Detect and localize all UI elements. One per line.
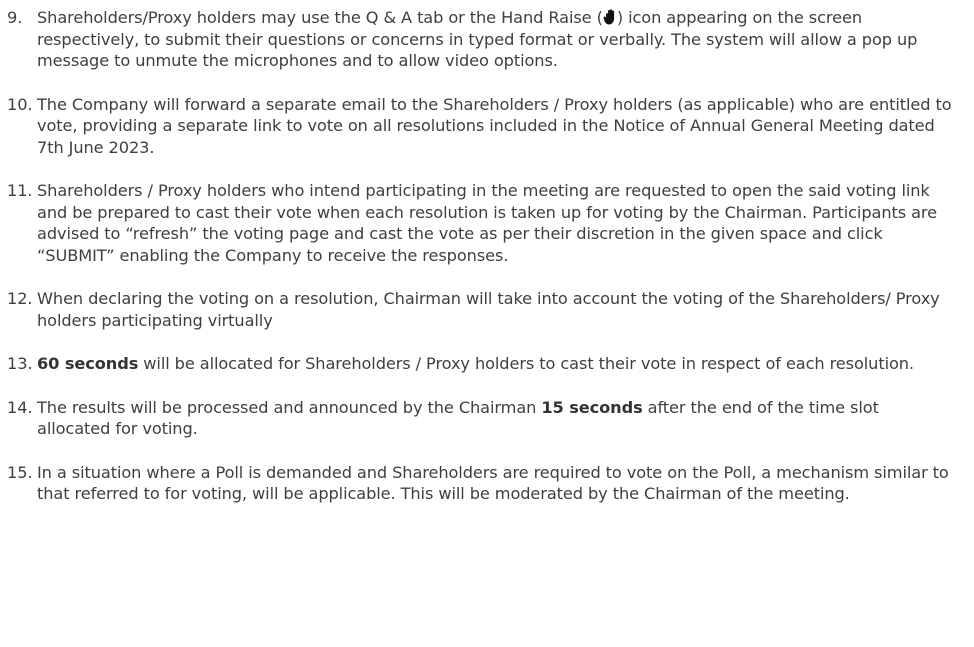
item-text: 60 seconds will be allocated for Shareho… [37,353,954,375]
item-text: The Company will forward a separate emai… [37,94,952,157]
vote-duration-emphasis: 60 seconds [37,354,139,373]
item-number: 9. [7,8,23,27]
item-text: The results will be processed and announ… [37,397,954,440]
item-text-part: Shareholders/Proxy holders may use the Q… [37,8,603,27]
item-number: 15. [7,462,33,482]
list-item-11: 11. Shareholders / Proxy holders who int… [7,180,954,266]
hand-raise-icon [603,9,617,25]
list-item-15: 15. In a situation where a Poll is deman… [7,462,954,505]
item-number: 13. [7,354,33,373]
item-text: In a situation where a Poll is demanded … [37,462,949,504]
item-number: 11. [7,181,33,200]
agm-instructions-list: 9. Shareholders/Proxy holders may use th… [7,7,954,505]
result-delay-emphasis: 15 seconds [541,397,643,417]
list-item-14: 14. The results will be processed and an… [7,397,954,440]
list-item-13: 13. 60 seconds will be allocated for Sha… [7,353,954,375]
list-item-9: 9. Shareholders/Proxy holders may use th… [7,7,954,72]
document-page: 9. Shareholders/Proxy holders may use th… [0,0,974,647]
list-item-12: 12. When declaring the voting on a resol… [7,288,954,331]
item-text-part: will be allocated for Shareholders / Pro… [138,354,914,373]
item-number: 12. [7,289,33,308]
list-item-10: 10. The Company will forward a separate … [7,94,954,159]
item-number: 10. [7,94,33,114]
item-number: 14. [7,397,33,417]
item-text: Shareholders/Proxy holders may use the Q… [37,7,954,72]
item-text-part: The results will be processed and announ… [37,397,542,417]
item-text: When declaring the voting on a resolutio… [37,289,940,330]
item-text: Shareholders / Proxy holders who intend … [37,181,937,265]
